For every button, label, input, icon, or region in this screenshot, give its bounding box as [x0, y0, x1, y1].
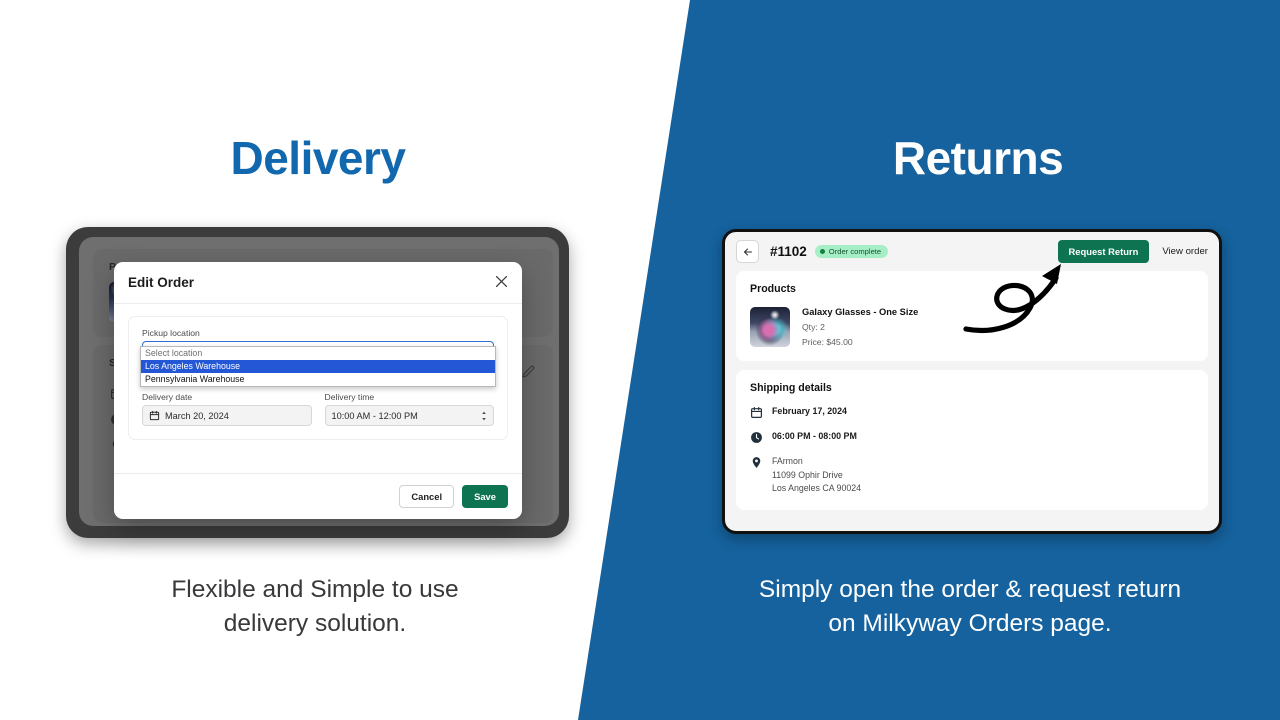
chevron-updown-icon [481, 410, 487, 421]
page-title-delivery: Delivery [230, 132, 406, 184]
delivery-time-select[interactable]: 10:00 AM - 12:00 PM [324, 405, 494, 426]
pickup-location-label: Pickup location [142, 328, 200, 338]
modal-title: Edit Order [128, 275, 195, 290]
recipient-name: FArmon [772, 456, 803, 466]
delivery-time-value: 10:00 AM - 12:00 PM [331, 410, 418, 421]
save-button[interactable]: Save [462, 485, 508, 508]
delivery-date-value: March 20, 2024 [165, 410, 229, 421]
delivery-fields-row: Delivery date March 20, 2024 Delivery ti… [142, 392, 494, 426]
status-dot-icon [819, 249, 825, 254]
shipping-date-row: February 17, 2024 [750, 405, 1194, 419]
delivery-time-field: Delivery time 10:00 AM - 12:00 PM [324, 392, 494, 426]
map-pin-icon [750, 456, 763, 469]
dropdown-option[interactable]: Select location [141, 347, 495, 360]
arrow-left-icon[interactable] [736, 240, 759, 263]
shipping-time-row: 06:00 PM - 08:00 PM [750, 430, 1194, 444]
products-title: Products [750, 283, 796, 295]
product-name: Galaxy Glasses - One Size [802, 307, 919, 317]
shipping-address: FArmon 11099 Ophir Drive Los Angeles CA … [772, 455, 861, 496]
calendar-icon [149, 410, 160, 421]
close-icon[interactable] [493, 273, 510, 290]
order-topbar: #1102 Order complete Request Return View… [725, 232, 1219, 271]
caption-delivery: Flexible and Simple to use delivery solu… [171, 576, 459, 637]
calendar-icon [750, 406, 763, 419]
order-number: #1102 [770, 244, 807, 259]
shipping-date: February 17, 2024 [772, 406, 847, 416]
order-actions: Request Return View order [1057, 240, 1208, 263]
caption-returns: Simply open the order & request return o… [758, 576, 1182, 637]
pencil-icon[interactable] [522, 365, 535, 378]
request-return-button[interactable]: Request Return [1057, 240, 1150, 263]
product-info: Galaxy Glasses - One Size Qty: 2 Price: … [802, 307, 918, 347]
dropdown-option[interactable]: Pennsylvania Warehouse [141, 373, 495, 386]
shipping-time: 06:00 PM - 08:00 PM [772, 431, 857, 441]
product-price: Price: $45.00 [802, 337, 853, 347]
address-line-1: 11099 Ophir Drive [772, 469, 843, 480]
address-line-2: Los Angeles CA 90024 [772, 483, 862, 493]
page-title-returns: Returns [892, 132, 1064, 184]
product-qty: Qty: 2 [802, 322, 825, 332]
promo-screenshot: Delivery Returns Products Ship [0, 0, 1280, 720]
shipping-details-title: Shipping details [750, 382, 832, 394]
order-detail-window: #1102 Order complete Request Return View… [722, 229, 1222, 534]
status-badge-label: Order complete [828, 247, 882, 256]
delivery-date-input[interactable]: March 20, 2024 [142, 405, 312, 426]
edit-order-modal: Edit Order Pickup location Los Angeles W… [114, 262, 522, 519]
shipping-details-card: Shipping details February 17, 2024 06:00… [736, 370, 1208, 510]
status-badge: Order complete [814, 245, 889, 258]
list-item: Galaxy Glasses - One Size Qty: 2 Price: … [750, 307, 1194, 347]
cancel-button[interactable]: Cancel [399, 485, 455, 508]
shipping-address-row: FArmon 11099 Ophir Drive Los Angeles CA … [750, 455, 1194, 496]
delivery-time-label: Delivery time [324, 392, 375, 402]
dropdown-option[interactable]: Los Angeles Warehouse [141, 360, 495, 373]
modal-header: Edit Order [114, 262, 522, 304]
delivery-date-label: Delivery date [142, 392, 193, 402]
product-thumbnail [750, 307, 790, 347]
delivery-date-field: Delivery date March 20, 2024 [142, 392, 312, 426]
modal-footer: Cancel Save [114, 473, 522, 519]
clock-icon [750, 431, 763, 444]
products-card: Products Galaxy Glasses - One Size Qty: … [736, 271, 1208, 361]
pickup-location-dropdown-list[interactable]: Select location Los Angeles Warehouse Pe… [140, 346, 496, 387]
view-order-link[interactable]: View order [1162, 246, 1208, 257]
